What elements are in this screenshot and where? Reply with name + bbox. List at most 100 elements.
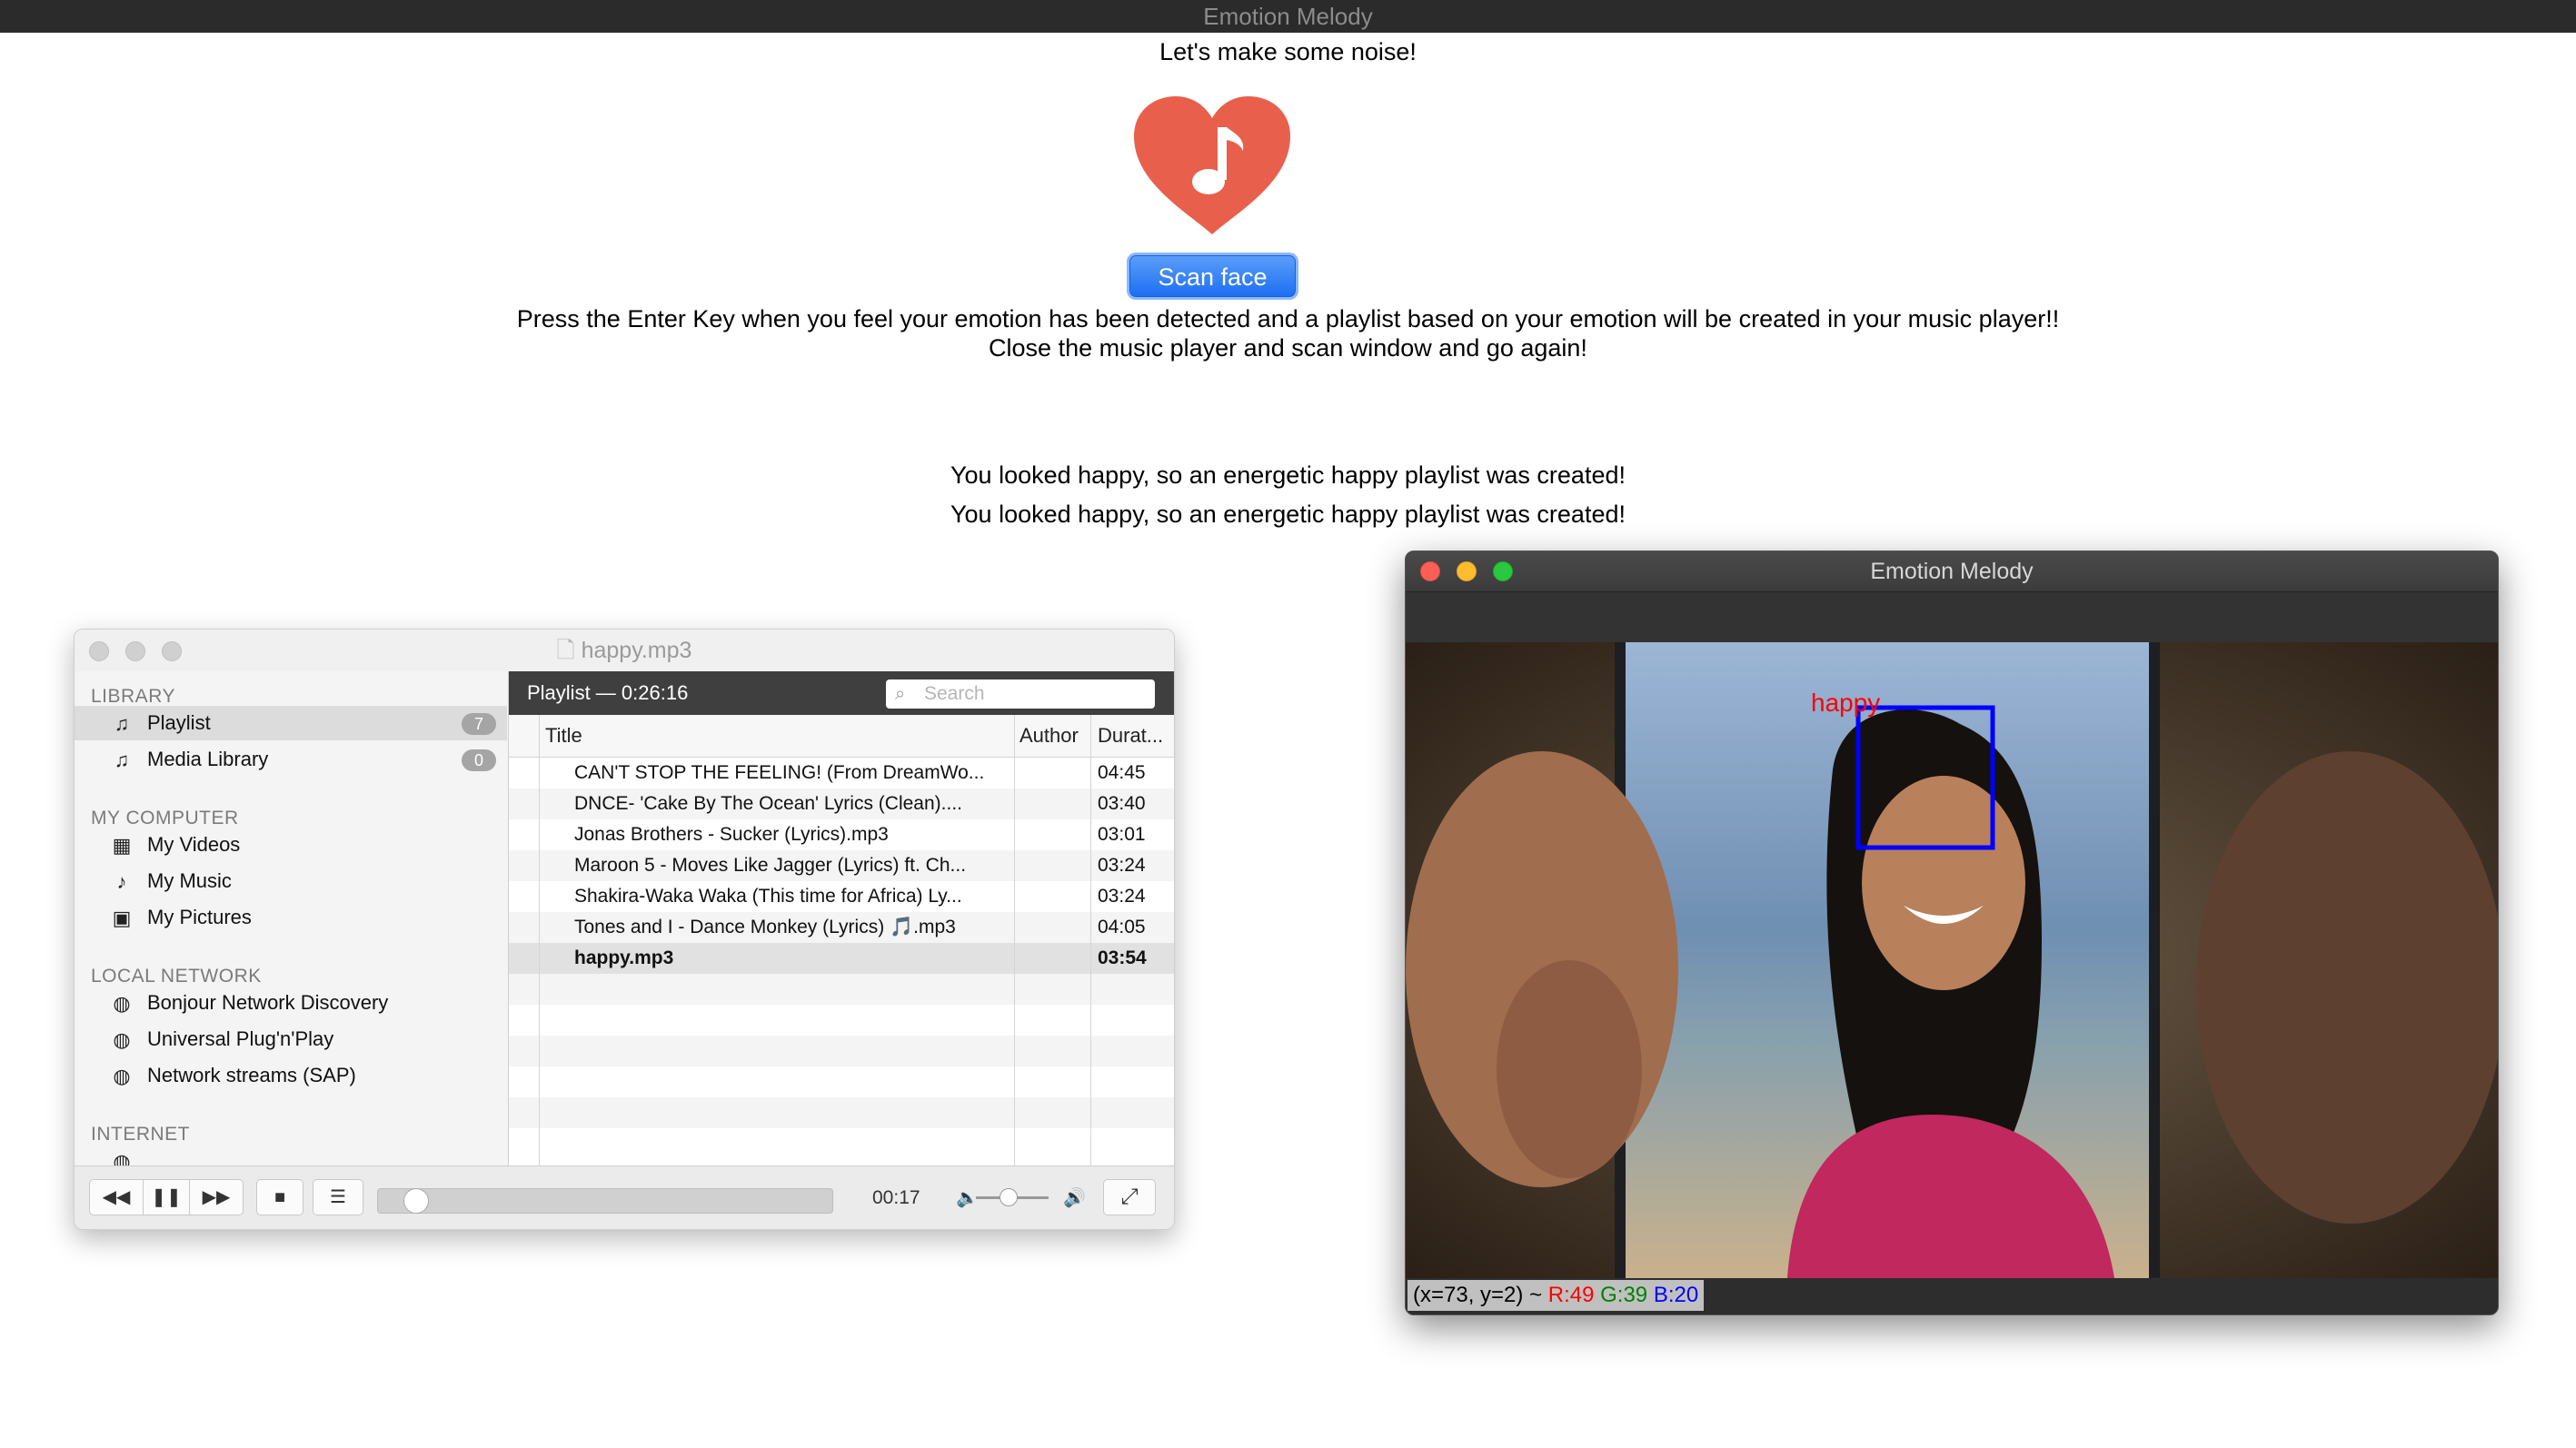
stop-button[interactable]: ■ <box>256 1179 303 1215</box>
cursor-coords: (x=73, y=2) ~ <box>1413 1283 1543 1307</box>
sidebar-header-library: LIBRARY <box>91 686 175 707</box>
track-title: Tones and I - Dance Monkey (Lyrics) 🎵.mp… <box>574 917 956 937</box>
sidebar-item-my-videos[interactable]: ▦ My Videos <box>75 828 507 862</box>
sidebar-item-my-pictures[interactable]: ▣ My Pictures <box>75 900 507 935</box>
table-row[interactable]: Jonas Brothers - Sucker (Lyrics).mp3 03:0… <box>509 819 1174 850</box>
playlist-toggle-button[interactable]: ☰ <box>313 1179 363 1215</box>
heart-shape <box>1134 96 1290 234</box>
empty-row <box>509 1036 1174 1066</box>
scan-face-button[interactable]: Scan face <box>1129 255 1296 297</box>
track-duration: 03:54 <box>1098 947 1147 968</box>
pixel-red-value: R:49 <box>1547 1283 1595 1307</box>
sidebar-item-bonjour[interactable]: ◍ Bonjour Network Discovery <box>75 986 507 1020</box>
picture-icon: ▣ <box>112 907 132 929</box>
track-title: DNCE- 'Cake By The Ocean' Lyrics (Clean)… <box>574 793 962 814</box>
pixel-blue-value: B:20 <box>1653 1283 1699 1307</box>
fast-forward-button[interactable]: ▶▶ <box>189 1179 244 1215</box>
track-duration: 03:24 <box>1098 855 1146 876</box>
search-icon: ⌕ <box>895 684 906 704</box>
track-title: happy.mp3 <box>574 947 674 968</box>
table-row[interactable]: Shakira-Waka Waka (This time for Africa)… <box>509 881 1174 912</box>
column-header-duration[interactable]: Durat... <box>1098 715 1163 757</box>
sidebar-item-upnp[interactable]: ◍ Universal Plug'n'Play <box>75 1022 507 1056</box>
track-title: Maroon 5 - Moves Like Jagger (Lyrics) ft… <box>574 855 967 876</box>
playlist-table: Title Author Durat... CAN'T STOP THE FEE… <box>509 715 1174 1165</box>
sidebar-header-internet: INTERNET <box>91 1124 190 1145</box>
instructions-line-2: Close the music player and scan window a… <box>989 334 1587 362</box>
camera-window: Emotion Melody happy (x=73, y=2) ~ R:49 … <box>1405 550 2499 1315</box>
table-row[interactable]: Tones and I - Dance Monkey (Lyrics) 🎵.mp… <box>509 912 1174 943</box>
app-title-bar: Emotion Melody <box>0 0 2576 33</box>
playlist-icon: ♫ <box>114 712 130 735</box>
table-row[interactable]: happy.mp3 03:54 <box>509 943 1174 974</box>
sidebar-item-podcasts[interactable]: ◍ <box>75 1144 507 1166</box>
sidebar-item-my-music[interactable]: ♪ My Music <box>75 864 507 898</box>
vlc-window: 🗋 happy.mp3 LIBRARY ♫ Playlist 7 ♫ Media… <box>74 629 1175 1230</box>
vlc-window-title: 🗋 happy.mp3 <box>556 638 692 663</box>
camera-feed-image: happy <box>1406 642 2498 1278</box>
camera-window-title: Emotion Melody <box>1870 559 2034 584</box>
track-duration: 04:05 <box>1098 917 1146 937</box>
result-message: You looked happy, so an energetic happy … <box>950 461 1626 489</box>
empty-row <box>509 1097 1174 1128</box>
track-title: CAN'T STOP THE FEELING! (From DreamWo... <box>574 762 985 783</box>
network-icon: ◍ <box>113 1028 131 1051</box>
elapsed-time: 00:17 <box>872 1187 920 1208</box>
search-placeholder: Search <box>924 683 985 704</box>
track-title: Jonas Brothers - Sucker (Lyrics).mp3 <box>574 824 889 845</box>
track-duration: 04:45 <box>1098 762 1146 783</box>
network-icon: ◍ <box>113 1150 131 1166</box>
empty-row <box>509 1128 1174 1159</box>
empty-row <box>509 1005 1174 1036</box>
column-header-author[interactable]: Author <box>1019 715 1079 757</box>
track-title: Shakira-Waka Waka (This time for Africa)… <box>574 886 962 907</box>
seek-slider[interactable] <box>377 1188 833 1214</box>
count-badge: 7 <box>462 713 496 735</box>
media-library-icon: ♫ <box>114 749 130 771</box>
sidebar-item-playlist[interactable]: ♫ Playlist 7 <box>75 706 507 740</box>
count-badge: 0 <box>462 749 496 771</box>
sidebar-header-local-network: LOCAL NETWORK <box>91 966 262 987</box>
empty-row <box>509 974 1174 1005</box>
playlist-header-bar: Playlist — 0:26:16 ⌕ Search <box>509 671 1174 715</box>
track-duration: 03:24 <box>1098 886 1146 907</box>
playlist-rows: CAN'T STOP THE FEELING! (From DreamWo...… <box>509 758 1174 1165</box>
music-note-icon: ♪ <box>116 870 127 893</box>
track-duration: 03:01 <box>1098 824 1146 845</box>
vlc-sidebar: LIBRARY ♫ Playlist 7 ♫ Media Library 0 M… <box>75 671 509 1165</box>
track-duration: 03:40 <box>1098 793 1146 814</box>
camera-title-bar: Emotion Melody <box>1406 551 2498 591</box>
table-header: Title Author Durat... <box>509 715 1174 758</box>
playback-controls: ◀◀ ❚❚ ▶▶ ■ ☰ 00:17 🔈 🔊 ⤢ <box>75 1165 1174 1229</box>
instructions-line-1: Press the Enter Key when you feel your e… <box>516 305 2060 332</box>
seek-knob[interactable] <box>403 1188 429 1214</box>
camera-toolbar <box>1406 591 2498 643</box>
tagline: Let's make some noise! <box>1159 38 1417 65</box>
table-row[interactable]: CAN'T STOP THE FEELING! (From DreamWo...… <box>509 758 1174 788</box>
volume-high-icon[interactable]: 🔊 <box>1063 1166 1086 1229</box>
pixel-green-value: G:39 <box>1600 1283 1648 1307</box>
sidebar-header-my-computer: MY COMPUTER <box>91 808 239 828</box>
sidebar-item-media-library[interactable]: ♫ Media Library 0 <box>75 742 507 777</box>
network-icon: ◍ <box>113 992 131 1015</box>
network-icon: ◍ <box>113 1065 131 1087</box>
vlc-title-bar: 🗋 happy.mp3 <box>75 630 1174 672</box>
pause-button[interactable]: ❚❚ <box>143 1179 190 1215</box>
film-icon: ▦ <box>112 834 132 857</box>
file-icon: 🗋 <box>556 638 582 663</box>
column-header-title[interactable]: Title <box>545 715 582 757</box>
result-message: You looked happy, so an energetic happy … <box>950 501 1626 528</box>
hand-right <box>2196 751 2498 1224</box>
playlist-duration-title: Playlist — 0:26:16 <box>527 681 689 704</box>
pixel-readout: (x=73, y=2) ~ R:49 G:39 B:20 <box>1407 1280 1705 1311</box>
fullscreen-button[interactable]: ⤢ <box>1103 1179 1156 1215</box>
search-input[interactable]: ⌕ Search <box>886 679 1155 709</box>
sidebar-item-sap[interactable]: ◍ Network streams (SAP) <box>75 1058 507 1093</box>
rewind-button[interactable]: ◀◀ <box>89 1179 144 1215</box>
table-row[interactable]: Maroon 5 - Moves Like Jagger (Lyrics) ft… <box>509 850 1174 881</box>
table-row[interactable]: DNCE- 'Cake By The Ocean' Lyrics (Clean)… <box>509 788 1174 819</box>
volume-knob[interactable] <box>1000 1188 1018 1206</box>
camera-status-bar: (x=73, y=2) ~ R:49 G:39 B:20 <box>1406 1278 2498 1314</box>
hand-thumb <box>1497 960 1642 1178</box>
empty-row <box>509 1066 1174 1097</box>
